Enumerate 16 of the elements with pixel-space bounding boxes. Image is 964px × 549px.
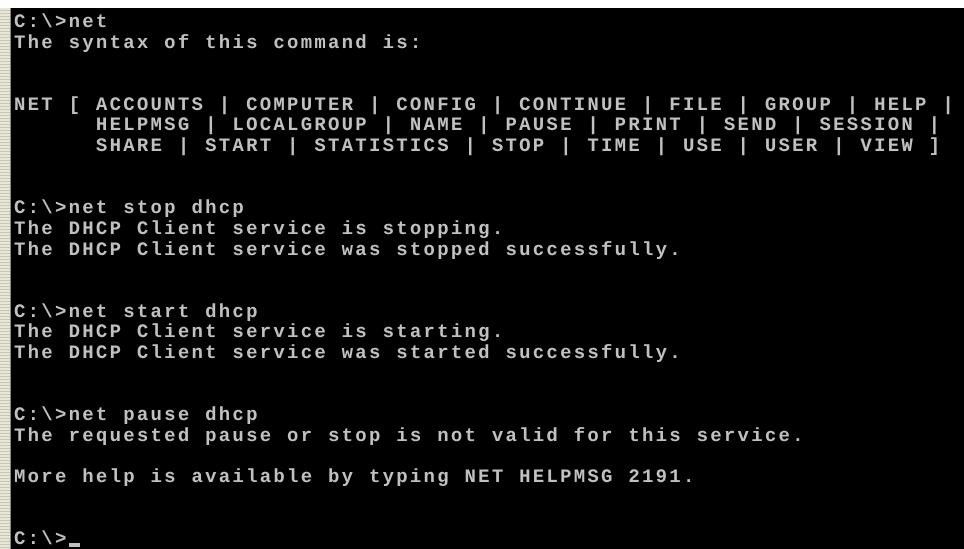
console-line: C:\>net start dhcp bbox=[14, 302, 261, 322]
console-prompt: C:\> bbox=[14, 529, 69, 549]
console-line: C:\>net stop dhcp bbox=[14, 198, 248, 219]
console-line: The DHCP Client service is stopping. bbox=[14, 218, 506, 240]
console-line: The DHCP Client service is starting. bbox=[14, 322, 506, 344]
console-line: The DHCP Client service was started successfully. bbox=[14, 343, 684, 364]
cursor-icon bbox=[68, 542, 80, 547]
console-line: NET [ ACCOUNTS | COMPUTER | CONFIG | CONTINUE | FILE | GROUP | HELP | bbox=[14, 94, 957, 116]
console-line: C:\>net bbox=[14, 12, 111, 33]
console-line: C:\>net pause dhcp bbox=[14, 405, 261, 426]
console-line: HELPMSG | LOCALGROUP | NAME | PAUSE | PRINT | SEND | SESSION | bbox=[94, 115, 944, 136]
console-line: The syntax of this command is: bbox=[14, 32, 425, 54]
console-line: More help is available by typing NET HELPMSG 2191. bbox=[14, 467, 698, 488]
console-line: The DHCP Client service was stopped successfully. bbox=[14, 240, 684, 260]
console-line: SHARE | START | STATISTICS | STOP | TIME | USE | USER | VIEW ] bbox=[94, 136, 944, 157]
console-line: The requested pause or stop is not valid for this service. bbox=[14, 426, 807, 446]
